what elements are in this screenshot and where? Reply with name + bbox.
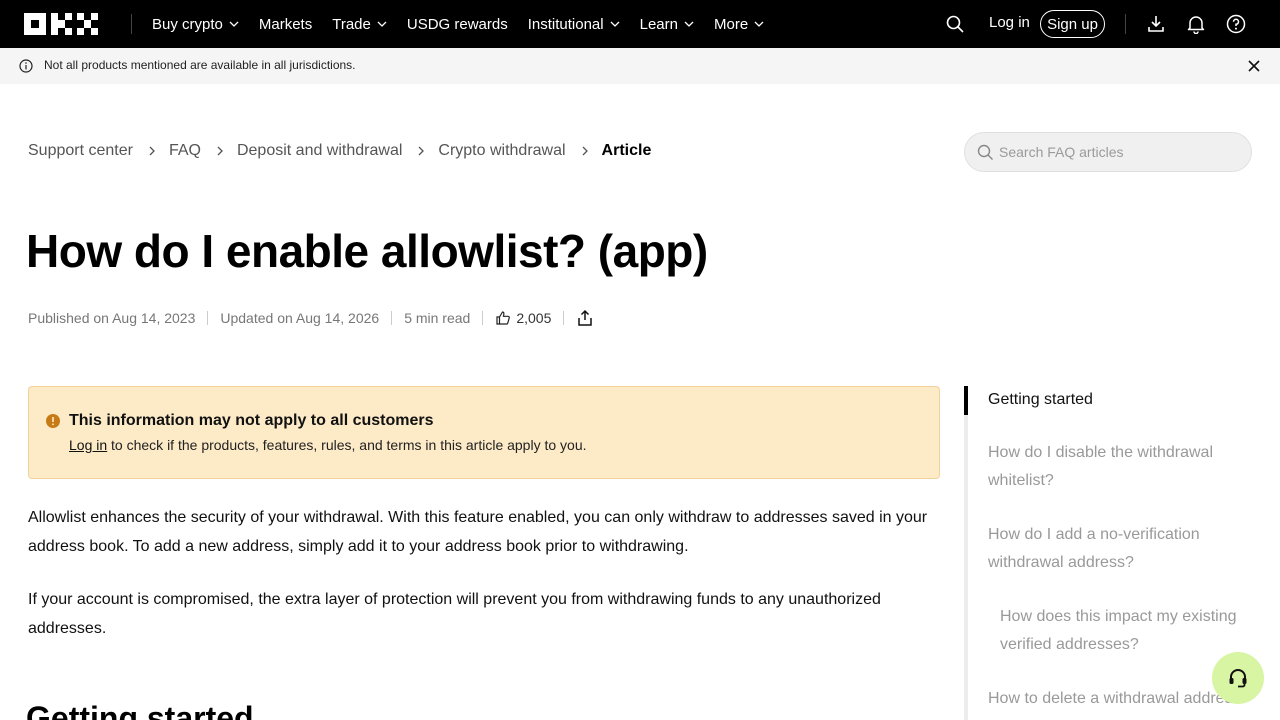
updated-date: Updated on Aug 14, 2026 xyxy=(220,310,380,326)
nav-trade[interactable]: Trade xyxy=(332,16,387,33)
headset-icon xyxy=(1229,669,1247,688)
nav-buy-crypto[interactable]: Buy crypto xyxy=(152,16,239,33)
notice-text: Not all products mentioned are available… xyxy=(44,58,356,72)
callout-body: Log in to check if the products, feature… xyxy=(69,437,587,453)
breadcrumb-faq[interactable]: FAQ xyxy=(169,142,201,160)
meta-divider xyxy=(563,311,565,325)
jurisdiction-notice: Not all products mentioned are available… xyxy=(0,48,1280,84)
nav-divider xyxy=(131,14,132,34)
callout-login-link[interactable]: Log in xyxy=(69,437,107,453)
signup-button[interactable]: Sign up xyxy=(1040,10,1105,38)
article-meta: Published on Aug 14, 2023 Updated on Aug… xyxy=(28,309,594,327)
callout-body-text: to check if the products, features, rule… xyxy=(107,437,587,453)
faq-search-input[interactable] xyxy=(999,133,1239,171)
chevron-right-icon xyxy=(418,146,425,156)
nav-learn[interactable]: Learn xyxy=(640,16,694,33)
search-icon[interactable] xyxy=(945,14,965,34)
nav-institutional-label: Institutional xyxy=(527,15,604,33)
meta-divider xyxy=(482,311,484,325)
nav-markets[interactable]: Markets xyxy=(259,16,312,33)
article-title: How do I enable allowlist? (app) xyxy=(26,225,708,277)
availability-callout: This information may not apply to all cu… xyxy=(28,386,940,479)
top-navbar: Buy crypto Markets Trade USDG rewards In… xyxy=(0,0,1280,48)
toc-item-impact-verified[interactable]: How does this impact my existing verifie… xyxy=(1000,603,1250,659)
like-button[interactable]: 2,005 xyxy=(495,310,551,326)
share-icon[interactable] xyxy=(576,309,594,327)
toc-active-indicator xyxy=(964,386,968,415)
login-link[interactable]: Log in xyxy=(989,14,1030,31)
section-heading: Getting started xyxy=(26,700,254,720)
read-time: 5 min read xyxy=(404,310,471,326)
meta-divider xyxy=(391,311,393,325)
download-icon[interactable] xyxy=(1146,14,1166,34)
nav-buy-crypto-label: Buy crypto xyxy=(152,15,223,33)
nav-more-label: More xyxy=(713,15,749,33)
nav-trade-label: Trade xyxy=(332,15,371,33)
chevron-right-icon xyxy=(582,146,588,156)
article-paragraph: If your account is compromised, the extr… xyxy=(28,591,881,637)
breadcrumb-current: Article xyxy=(601,142,652,159)
nav-markets-label: Markets xyxy=(258,15,313,33)
help-icon[interactable] xyxy=(1226,14,1246,34)
nav-learn-label: Learn xyxy=(639,15,678,33)
nav-more[interactable]: More xyxy=(714,16,764,33)
search-icon xyxy=(977,144,993,160)
chevron-down-icon xyxy=(754,21,764,27)
close-icon[interactable] xyxy=(1247,59,1261,73)
article-paragraph: Allowlist enhances the security of your … xyxy=(28,509,928,555)
bell-icon[interactable] xyxy=(1186,14,1206,34)
chevron-down-icon xyxy=(229,21,239,27)
nav-usdg-rewards-label: USDG rewards xyxy=(406,15,508,33)
chevron-down-icon xyxy=(610,21,620,27)
nav-divider xyxy=(1125,14,1126,34)
table-of-contents: Getting started How do I disable the wit… xyxy=(964,386,1254,720)
chevron-down-icon xyxy=(684,21,694,27)
toc-item-disable-whitelist[interactable]: How do I disable the withdrawal whitelis… xyxy=(988,439,1248,495)
info-icon xyxy=(19,59,33,73)
callout-title: This information may not apply to all cu… xyxy=(69,412,434,429)
like-count: 2,005 xyxy=(516,310,552,326)
breadcrumb-deposit-withdrawal[interactable]: Deposit and withdrawal xyxy=(237,142,402,160)
breadcrumb-crypto-withdrawal[interactable]: Crypto withdrawal xyxy=(438,142,565,160)
toc-track xyxy=(964,386,968,720)
nav-usdg-rewards[interactable]: USDG rewards xyxy=(407,16,508,33)
faq-search-box xyxy=(964,132,1252,172)
thumbs-up-icon xyxy=(496,311,511,325)
published-date: Published on Aug 14, 2023 xyxy=(28,310,196,326)
breadcrumb: Support center FAQ Deposit and withdrawa… xyxy=(28,142,651,160)
chevron-right-icon xyxy=(149,146,155,156)
toc-item-add-address[interactable]: How do I add a no-verification withdrawa… xyxy=(988,521,1248,577)
breadcrumb-support-center[interactable]: Support center xyxy=(28,142,133,160)
chevron-down-icon xyxy=(377,21,387,27)
okx-logo[interactable] xyxy=(24,13,104,35)
chevron-right-icon xyxy=(217,146,223,156)
alert-icon xyxy=(46,414,60,428)
meta-divider xyxy=(207,311,209,325)
main-nav: Buy crypto Markets Trade USDG rewards In… xyxy=(152,0,784,48)
signup-label: Sign up xyxy=(1047,15,1098,33)
support-chat-button[interactable] xyxy=(1212,652,1264,704)
nav-institutional[interactable]: Institutional xyxy=(528,16,620,33)
toc-item-getting-started[interactable]: Getting started xyxy=(988,386,1248,414)
